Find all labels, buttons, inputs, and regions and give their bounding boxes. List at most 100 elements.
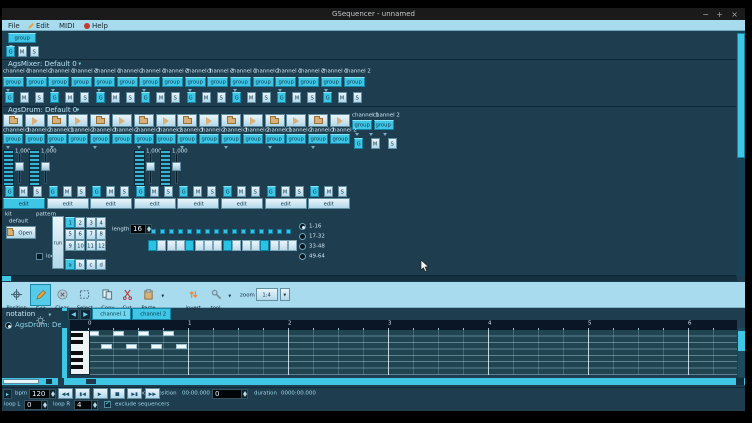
pattern-step-button[interactable] — [242, 240, 251, 251]
group-toggle-button[interactable]: G — [136, 186, 145, 197]
titlebar[interactable]: GSequencer - unnamed − + × — [2, 8, 745, 20]
expander-icon[interactable] — [369, 133, 373, 136]
mute-button[interactable]: M — [156, 92, 165, 103]
pattern-step-button[interactable] — [270, 240, 279, 251]
machines-vscrollbar-thumb[interactable] — [737, 33, 745, 158]
zoom-combobox[interactable]: 1:4 — [256, 288, 278, 301]
group-button[interactable]: group — [207, 77, 228, 87]
group-button[interactable]: group — [185, 77, 206, 87]
edit-button[interactable]: edit — [221, 198, 263, 209]
notation-grid[interactable] — [88, 330, 737, 375]
pad-play-button[interactable] — [330, 114, 350, 127]
expander-icon[interactable] — [268, 146, 272, 149]
length-spinbox[interactable]: 16 — [130, 224, 146, 234]
group-button[interactable]: group — [275, 77, 296, 87]
group-button[interactable]: group — [199, 134, 219, 144]
machines-hscrollbar-thumb[interactable] — [2, 276, 11, 281]
bank-index-button[interactable]: 8 — [96, 229, 106, 240]
expander-icon[interactable] — [137, 146, 141, 149]
mute-button[interactable]: M — [18, 46, 27, 57]
nav-left-button[interactable]: ◀ — [68, 309, 79, 320]
bank-index-button[interactable]: 1 — [65, 217, 75, 228]
solo-button[interactable]: S — [207, 186, 216, 197]
mute-button[interactable]: M — [338, 92, 347, 103]
pad-play-button[interactable] — [156, 114, 176, 127]
expander-icon[interactable] — [355, 133, 359, 136]
menu-edit[interactable]: Edit — [36, 22, 50, 30]
group-button[interactable]: group — [3, 77, 24, 87]
paste-dropdown-icon[interactable]: ▾ — [161, 293, 164, 299]
group-button[interactable]: group — [3, 134, 23, 144]
mixer-header[interactable]: AgsMixer: Default 0 — [8, 60, 77, 68]
pad-open-button[interactable] — [90, 114, 110, 127]
transport-play-button[interactable]: ▶ — [93, 388, 108, 399]
pattern-step-button[interactable] — [176, 240, 185, 251]
solo-button[interactable]: S — [80, 92, 89, 103]
menu-help[interactable]: Help — [92, 22, 108, 30]
notation-machine-radio[interactable] — [5, 322, 12, 329]
group-toggle-button[interactable]: G — [310, 186, 319, 197]
notation-right-vscrollbar-thumb[interactable] — [738, 331, 745, 351]
pad-open-button[interactable] — [265, 114, 285, 127]
piano-key-black[interactable] — [71, 333, 83, 337]
solo-button[interactable]: S — [251, 186, 260, 197]
fader-handle[interactable] — [41, 162, 50, 171]
pattern-step-button[interactable] — [288, 240, 297, 251]
note[interactable] — [163, 331, 174, 336]
solo-button[interactable]: S — [295, 186, 304, 197]
group-button[interactable]: group — [230, 77, 251, 87]
group-button[interactable]: group — [286, 134, 306, 144]
group-button[interactable]: group — [321, 77, 342, 87]
pattern-step-button[interactable] — [260, 240, 269, 251]
group-button[interactable]: group — [26, 77, 47, 87]
edit-button[interactable]: Edit — [30, 284, 51, 306]
bank-index-button[interactable]: 6 — [75, 229, 85, 240]
pattern-step-button[interactable] — [195, 240, 204, 251]
machines-hscrollbar[interactable] — [2, 276, 737, 281]
expander-icon[interactable] — [311, 146, 315, 149]
fader-handle[interactable] — [15, 162, 24, 171]
pattern-step-button[interactable] — [279, 240, 288, 251]
edit-button[interactable]: edit — [3, 198, 45, 209]
edit-button[interactable]: edit — [308, 198, 350, 209]
group-toggle-button[interactable]: G — [232, 92, 241, 103]
offset-radio[interactable] — [299, 223, 306, 230]
group-button[interactable]: group — [139, 77, 160, 87]
pad-open-button[interactable] — [3, 114, 23, 127]
loop-right-spinbox[interactable]: 4 — [74, 400, 92, 410]
edit-button[interactable]: edit — [47, 198, 89, 209]
pad-open-button[interactable] — [177, 114, 197, 127]
copy-button[interactable]: Copy — [97, 284, 118, 306]
clear-button[interactable]: Clear — [52, 284, 72, 306]
bank-index-button[interactable]: 3 — [86, 217, 96, 228]
offset-radio[interactable] — [299, 243, 306, 250]
solo-button[interactable]: S — [388, 138, 397, 149]
group-toggle-button[interactable]: G — [223, 186, 232, 197]
bank-index-button[interactable]: 11 — [86, 240, 96, 251]
group-button[interactable]: group — [330, 134, 350, 144]
group-button[interactable]: group — [117, 77, 138, 87]
bank-index-button[interactable]: 2 — [75, 217, 85, 228]
bank-index-button[interactable]: 4 — [96, 217, 106, 228]
group-toggle-button[interactable]: G — [277, 92, 286, 103]
notation-left-vscrollbar-thumb[interactable] — [62, 311, 67, 328]
mute-button[interactable]: M — [193, 186, 202, 197]
edit-button[interactable]: edit — [134, 198, 176, 209]
solo-button[interactable]: S — [33, 186, 42, 197]
pattern-step-button[interactable] — [232, 240, 241, 251]
mute-button[interactable]: M — [19, 186, 28, 197]
group-button[interactable]: group — [265, 134, 285, 144]
note[interactable] — [138, 331, 149, 336]
bpm-spinbox[interactable]: 120 — [29, 389, 50, 399]
solo-button[interactable]: S — [35, 92, 44, 103]
transport-forward-button[interactable]: ▶▶ — [145, 388, 160, 399]
mute-button[interactable]: M — [292, 92, 301, 103]
fader-handle[interactable] — [172, 162, 181, 171]
pattern-step-button[interactable] — [223, 240, 232, 251]
bank-letter-button[interactable]: a — [65, 259, 75, 270]
group-toggle-button[interactable]: G — [267, 186, 276, 197]
bank-index-button[interactable]: 12 — [96, 240, 106, 251]
group-button[interactable]: group — [90, 134, 110, 144]
piano-key-black[interactable] — [71, 340, 83, 344]
cut-button[interactable]: Cut — [119, 284, 136, 306]
